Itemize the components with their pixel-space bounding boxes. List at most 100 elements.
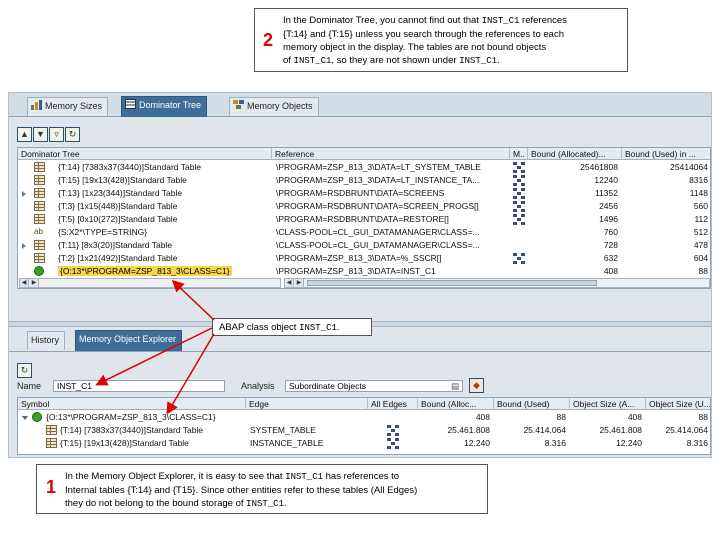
edge-name <box>250 411 368 424</box>
references-icon[interactable] <box>513 162 525 173</box>
table-row[interactable]: {O:13*\PROGRAM=ZSP_813_3\CLASS=C1} \PROGR… <box>18 265 710 278</box>
table-row[interactable]: {T:5} [0x10(272)]Standard Table \PROGRAM=… <box>18 213 710 226</box>
symbol-name: {T:11} [8x3(20)]Standard Table <box>58 240 173 250</box>
explorer-grid-header: Symbol Edge All Edges Bound (Alloc... Bound … <box>18 398 710 410</box>
expand-icon[interactable] <box>22 243 26 249</box>
callout-line: of INST_C1, so they are not shown under … <box>283 55 500 66</box>
bound-allocated: 12240 <box>594 175 618 185</box>
dominator-grid-header: Dominator Tree Reference M.. Bound (Allocat… <box>18 148 710 160</box>
memory-objects-icon <box>233 99 245 109</box>
edge-name: INSTANCE_TABLE <box>250 438 324 448</box>
callout-line: {T:14} and {T:15} unless you search thro… <box>283 29 564 40</box>
column-header[interactable]: Reference <box>272 148 510 160</box>
dominator-hscroll-left[interactable]: ◀ ▶ <box>19 278 281 288</box>
refresh-button[interactable]: ↻ <box>65 127 80 142</box>
table-row[interactable]: {O:13*\PROGRAM=ZSP_813_3\CLASS=C1} 408 88 4… <box>18 411 710 424</box>
code-term: INST_C1 <box>246 499 284 509</box>
string-icon: ab <box>34 227 43 236</box>
column-header[interactable]: Bound (Allocated)... <box>528 148 622 160</box>
symbol-name: {T:15} [19x13(428)]Standard Table <box>60 438 189 448</box>
references-icon[interactable] <box>387 438 399 449</box>
sort-ascending-button[interactable]: ▲ <box>17 127 32 142</box>
tab-label: Memory Object Explorer <box>79 334 177 344</box>
tab-memory-objects[interactable]: Memory Objects <box>229 97 319 116</box>
table-icon <box>34 240 45 250</box>
references-icon[interactable] <box>513 201 525 212</box>
bound-allocated: 408 <box>603 266 618 276</box>
code-term: INST_C1 <box>299 323 337 333</box>
tab-dominator-tree[interactable]: Dominator Tree <box>121 96 208 117</box>
column-header[interactable]: M.. <box>510 148 528 160</box>
explorer-grid: Symbol Edge All Edges Bound (Alloc... Bound … <box>17 397 711 455</box>
expand-icon[interactable] <box>22 191 26 197</box>
references-icon[interactable] <box>387 425 399 436</box>
column-header[interactable]: Symbol <box>18 398 246 410</box>
column-header[interactable]: Dominator Tree <box>18 148 272 160</box>
tab-memory-object-explorer[interactable]: Memory Object Explorer <box>75 330 183 351</box>
value-used: 25.414.064 <box>523 425 566 435</box>
tab-history[interactable]: History <box>27 331 66 350</box>
references-icon[interactable] <box>513 175 525 186</box>
table-row[interactable]: {T:13} [1x23(344)]Standard Table \PROGRAM… <box>18 187 710 200</box>
column-header[interactable]: Object Size (U... <box>646 398 710 410</box>
reference: \PROGRAM=RSDBRUNT\DATA=SCREENS <box>276 188 445 198</box>
value-osu: 88 <box>698 412 708 422</box>
tab-memory-sizes[interactable]: Memory Sizes <box>27 97 109 116</box>
sort-descending-button[interactable]: ▼ <box>33 127 48 142</box>
table-icon <box>34 253 45 263</box>
reference: \PROGRAM=ZSP_813_3\DATA=INST_C1 <box>276 266 436 276</box>
execute-analysis-button[interactable]: ◆ <box>469 378 484 393</box>
bound-allocated: 25461808 <box>580 162 618 172</box>
bound-used: 512 <box>693 227 708 237</box>
value-osa: 408 <box>627 412 642 422</box>
name-label: Name <box>17 381 42 391</box>
column-header[interactable]: Edge <box>246 398 368 410</box>
highlighted-symbol: {O:13*\PROGRAM=ZSP_813_3\CLASS=C1} <box>58 266 232 276</box>
class-object-icon <box>32 412 42 422</box>
analysis-select[interactable]: Subordinate Objects ▤ <box>285 380 463 392</box>
references-icon[interactable] <box>513 188 525 199</box>
table-row[interactable]: {T:11} [8x3(20)]Standard Table \CLASS-POO… <box>18 239 710 252</box>
filter-button[interactable]: ▿ <box>49 127 64 142</box>
callout-text: In the Memory Object Explorer, it is eas… <box>65 470 417 511</box>
table-row[interactable]: {T:15} [19x13(428)]Standard Table \PROGRA… <box>18 174 710 187</box>
scroll-thumb[interactable] <box>307 280 597 286</box>
callout-line: In the Dominator Tree, you cannot find o… <box>283 15 567 26</box>
callout-class-object: ABAP class object INST_C1. <box>212 318 372 336</box>
references-icon[interactable] <box>513 214 525 225</box>
collapse-icon[interactable] <box>22 416 28 420</box>
column-header[interactable]: Object Size (A... <box>570 398 646 410</box>
value-used: 8.316 <box>544 438 566 448</box>
column-header[interactable]: Bound (Alloc... <box>418 398 494 410</box>
bound-allocated: 2456 <box>599 201 618 211</box>
dominator-hscroll-right[interactable]: ◀ ▶ <box>284 278 710 288</box>
scroll-right-button[interactable]: ▶ <box>295 279 304 287</box>
callout-text: ABAP class object INST_C1. <box>219 321 340 335</box>
table-row[interactable]: ab {S:X2*\TYPE=STRING} \CLASS-POOL=CL_GUI_… <box>18 226 710 239</box>
name-input[interactable]: INST_C1 <box>53 380 225 392</box>
references-icon[interactable] <box>513 253 525 264</box>
bottom-tab-underline <box>9 351 711 352</box>
bound-used: 604 <box>693 253 708 263</box>
table-row[interactable]: {T:2} [1x21(492)]Standard Table \PROGRAM=… <box>18 252 710 265</box>
dominator-tree-icon <box>125 98 137 109</box>
table-row[interactable]: {T:14} [7383x37(3440)]Standard Table \PRO… <box>18 161 710 174</box>
column-header[interactable]: Bound (Used) in ... <box>622 148 710 160</box>
table-row[interactable]: {T:3} [1x15(448)]Standard Table \PROGRAM=… <box>18 200 710 213</box>
symbol-name: {T:15} [19x13(428)]Standard Table <box>58 175 187 185</box>
scroll-right-button[interactable]: ▶ <box>30 279 39 287</box>
table-row[interactable]: {T:14} [7383x37(3440)]Standard Table SYST… <box>18 424 710 437</box>
explorer-refresh-button[interactable]: ↻ <box>17 363 32 378</box>
code-term: INST_C1 <box>459 56 497 66</box>
scroll-left-button[interactable]: ◀ <box>285 279 294 287</box>
table-row[interactable]: {T:15} [19x13(428)]Standard Table INSTANC… <box>18 437 710 450</box>
column-header[interactable]: All Edges <box>368 398 418 410</box>
memory-inspector-window: Memory Sizes Dominator Tree Memory Objec… <box>8 92 712 458</box>
sort-asc-icon: ▲ <box>20 129 29 139</box>
table-icon <box>34 175 45 185</box>
tab-label: History <box>31 335 60 345</box>
column-header[interactable]: Bound (Used) <box>494 398 570 410</box>
symbol-name: {T:14} [7383x37(3440)]Standard Table <box>60 425 204 435</box>
scroll-left-button[interactable]: ◀ <box>20 279 29 287</box>
dominator-tree-grid: Dominator Tree Reference M.. Bound (Allocat… <box>17 147 711 289</box>
